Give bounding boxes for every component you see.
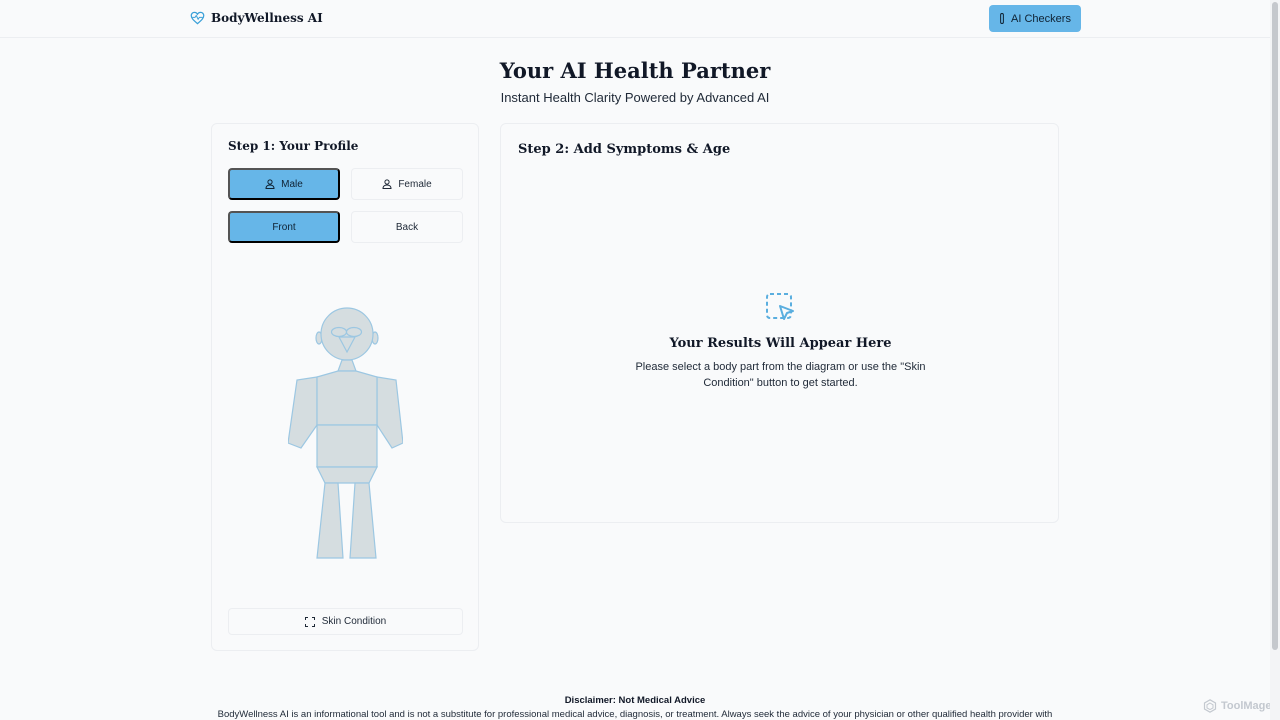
- step2-title: Step 2: Add Symptoms & Age: [518, 142, 731, 157]
- user-icon: [382, 179, 392, 189]
- neck[interactable]: [337, 359, 357, 372]
- right-leg[interactable]: [349, 482, 377, 559]
- brand-name: BodyWellness AI: [211, 11, 323, 25]
- results-title: Your Results Will Appear Here: [669, 336, 892, 351]
- brand[interactable]: BodyWellness AI: [190, 11, 323, 25]
- page-subtitle: Instant Health Clarity Powered by Advanc…: [500, 90, 770, 105]
- heart-pulse-icon: [190, 11, 205, 25]
- left-leg[interactable]: [316, 482, 344, 559]
- skin-condition-label: Skin Condition: [321, 616, 387, 627]
- female-button[interactable]: Female: [351, 168, 463, 200]
- body-diagram: [288, 307, 403, 559]
- left-arm[interactable]: [288, 376, 318, 449]
- male-button[interactable]: Male: [228, 168, 340, 200]
- symptoms-panel: Step 2: Add Symptoms & Age Your Results …: [500, 123, 1059, 523]
- disclaimer-text: BodyWellness AI is an informational tool…: [217, 709, 1053, 720]
- front-label: Front: [272, 221, 296, 233]
- front-view-button[interactable]: Front: [228, 211, 340, 243]
- left-eye[interactable]: [330, 326, 348, 338]
- skin-condition-button[interactable]: Skin Condition: [228, 608, 463, 635]
- page-title: Your AI Health Partner: [499, 58, 771, 83]
- watermark-text: ToolMage: [1221, 700, 1272, 712]
- scrollbar-thumb[interactable]: [1272, 2, 1278, 650]
- ai-checkers-label: AI Checkers: [1011, 12, 1071, 25]
- ai-checkers-button[interactable]: AI Checkers: [989, 5, 1081, 32]
- pelvis[interactable]: [316, 466, 378, 484]
- top-bar: BodyWellness AI AI Checkers: [0, 0, 1270, 38]
- step1-title: Step 1: Your Profile: [228, 139, 359, 153]
- right-eye[interactable]: [345, 326, 363, 338]
- hexagon-logo-icon: [1203, 699, 1217, 713]
- dashed-pointer-icon: [766, 293, 794, 320]
- back-view-button[interactable]: Back: [351, 211, 463, 243]
- scan-frame-icon: [304, 616, 315, 627]
- chest[interactable]: [316, 370, 378, 426]
- user-icon: [265, 179, 275, 189]
- watermark: ToolMage: [1203, 699, 1272, 713]
- male-label: Male: [281, 178, 303, 190]
- back-label: Back: [395, 221, 419, 233]
- disclaimer-title: Disclaimer: Not Medical Advice: [564, 695, 706, 706]
- abdomen[interactable]: [316, 424, 378, 468]
- female-label: Female: [398, 178, 432, 190]
- results-text: Please select a body part from the diagr…: [635, 361, 926, 389]
- right-arm[interactable]: [376, 376, 403, 449]
- profile-panel: Step 1: Your Profile Male Female Front B…: [211, 123, 479, 651]
- thermometer-icon: [1000, 13, 1004, 24]
